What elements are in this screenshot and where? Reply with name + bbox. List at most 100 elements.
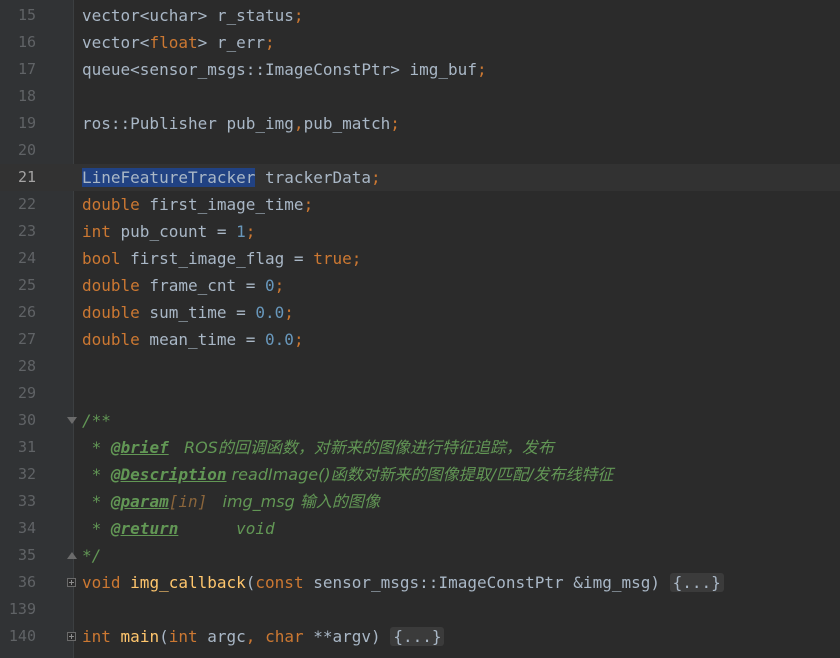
code-token: sensor_msgs::ImageConstPtr &img_msg) — [303, 573, 670, 592]
code-line[interactable]: 17 queue<sensor_msgs::ImageConstPtr> img_… — [0, 56, 840, 83]
line-number[interactable]: 27 — [0, 326, 36, 353]
line-number[interactable]: 33 — [0, 488, 36, 515]
code-text: /** — [82, 407, 111, 434]
code-text: queue<sensor_msgs::ImageConstPtr> img_bu… — [82, 56, 487, 83]
code-line[interactable]: 33 * @param[in] img_msg 输入的图像 — [0, 488, 840, 515]
code-token: ; — [476, 60, 487, 79]
code-line[interactable]: 16 vector<float> r_err; — [0, 29, 840, 56]
code-token: @return — [110, 519, 179, 538]
fold-end-icon[interactable] — [67, 552, 77, 559]
code-line[interactable]: 32 * @Description readImage()函数对新来的图像提取/… — [0, 461, 840, 488]
folded-block-button[interactable]: {...} — [669, 573, 724, 592]
code-token: first_image_flag = — [120, 249, 314, 268]
code-token: @brief — [110, 438, 169, 457]
code-line[interactable]: 20 — [0, 137, 840, 164]
line-number[interactable]: 31 — [0, 434, 36, 461]
code-text: void img_callback(const sensor_msgs::Ima… — [82, 569, 724, 596]
code-line[interactable]: 28 — [0, 353, 840, 380]
code-token: **argv) — [303, 627, 391, 646]
code-token: int — [82, 627, 111, 646]
code-text: ros::Publisher pub_img,pub_match; — [82, 110, 400, 137]
code-line[interactable]: 19 ros::Publisher pub_img,pub_match; — [0, 110, 840, 137]
code-line[interactable]: 30 /** — [0, 407, 840, 434]
line-number[interactable]: 20 — [0, 137, 36, 164]
code-token: readImage()函数对新来的图像提取/匹配/发布线特征 — [226, 465, 614, 484]
code-line[interactable]: 27 double mean_time = 0.0; — [0, 326, 840, 353]
code-line[interactable]: 34 * @return void — [0, 515, 840, 542]
line-number[interactable]: 139 — [0, 596, 36, 623]
code-token: first_image_time — [139, 195, 304, 214]
code-token: queue<sensor_msgs::ImageConstPtr> img_bu… — [82, 60, 477, 79]
code-token: pub_count = — [110, 222, 237, 241]
code-line[interactable]: 15 vector<uchar> r_status; — [0, 2, 840, 29]
code-line[interactable]: 140 int main(int argc, char **argv) {...} — [0, 623, 840, 650]
code-token: 1 — [236, 222, 246, 241]
code-text: double first_image_time; — [82, 191, 313, 218]
line-number[interactable]: 18 — [0, 83, 36, 110]
code-token: double — [82, 276, 140, 295]
code-token: vector< — [82, 33, 150, 52]
line-number[interactable]: 32 — [0, 461, 36, 488]
code-token: ; — [293, 330, 304, 349]
code-line[interactable]: 22 double first_image_time; — [0, 191, 840, 218]
code-token: trackerData — [255, 168, 371, 187]
line-number[interactable]: 23 — [0, 218, 36, 245]
code-line[interactable]: 23 int pub_count = 1; — [0, 218, 840, 245]
line-number[interactable]: 25 — [0, 272, 36, 299]
code-token: true — [313, 249, 352, 268]
code-line[interactable]: 26 double sum_time = 0.0; — [0, 299, 840, 326]
code-token: bool — [82, 249, 121, 268]
code-token: * — [82, 438, 111, 457]
code-token: void — [82, 573, 121, 592]
code-text: * @brief ROS的回调函数，对新来的图像进行特征追踪，发布 — [82, 434, 554, 461]
line-number[interactable]: 140 — [0, 623, 36, 650]
code-token: ROS的回调函数，对新来的图像进行特征追踪，发布 — [168, 438, 554, 457]
line-number[interactable]: 26 — [0, 299, 36, 326]
line-number[interactable]: 16 — [0, 29, 36, 56]
line-number[interactable]: 24 — [0, 245, 36, 272]
code-token: , — [293, 114, 304, 133]
line-number[interactable]: 29 — [0, 380, 36, 407]
fold-collapse-icon[interactable] — [67, 417, 77, 424]
selected-token: LineFeatureTracker — [82, 168, 256, 187]
code-text: int main(int argc, char **argv) {...} — [82, 623, 445, 650]
code-token: double — [82, 303, 140, 322]
line-number[interactable]: 30 — [0, 407, 36, 434]
line-number[interactable]: 19 — [0, 110, 36, 137]
code-text: double sum_time = 0.0; — [82, 299, 294, 326]
code-line[interactable]: 35 */ — [0, 542, 840, 569]
code-token: ; — [274, 276, 285, 295]
line-number[interactable]: 28 — [0, 353, 36, 380]
line-number[interactable]: 15 — [0, 2, 36, 29]
code-line[interactable]: 25 double frame_cnt = 0; — [0, 272, 840, 299]
code-token: img_msg 输入的图像 — [207, 492, 380, 511]
code-line[interactable]: 31 * @brief ROS的回调函数，对新来的图像进行特征追踪，发布 — [0, 434, 840, 461]
code-token: * — [82, 519, 111, 538]
folded-block-button[interactable]: {...} — [390, 627, 445, 646]
code-line[interactable]: 29 — [0, 380, 840, 407]
fold-expand-icon[interactable] — [67, 632, 76, 641]
code-token: ; — [284, 303, 294, 322]
code-line[interactable]: 18 — [0, 83, 840, 110]
line-number[interactable]: 35 — [0, 542, 36, 569]
code-editor[interactable]: 15 vector<uchar> r_status; 16 vector<float>… — [0, 0, 840, 658]
code-line[interactable]: 36 void img_callback(const sensor_msgs::I… — [0, 569, 840, 596]
code-text: vector<uchar> r_status; — [82, 2, 304, 29]
code-token: ; — [370, 168, 381, 187]
code-token: */ — [82, 546, 102, 565]
code-line[interactable]: 139 — [0, 596, 840, 623]
fold-expand-icon[interactable] — [67, 578, 76, 587]
line-number[interactable]: 17 — [0, 56, 36, 83]
line-number[interactable]: 21 — [0, 164, 36, 191]
line-number[interactable]: 22 — [0, 191, 36, 218]
code-line[interactable]: 21 LineFeatureTracker trackerData; — [0, 164, 840, 191]
line-number[interactable]: 34 — [0, 515, 36, 542]
line-number[interactable]: 36 — [0, 569, 36, 596]
code-line[interactable]: 24 bool first_image_flag = true; — [0, 245, 840, 272]
code-token: 0.0 — [255, 303, 285, 322]
code-token: argc — [197, 627, 246, 646]
code-token: ; — [351, 249, 362, 268]
